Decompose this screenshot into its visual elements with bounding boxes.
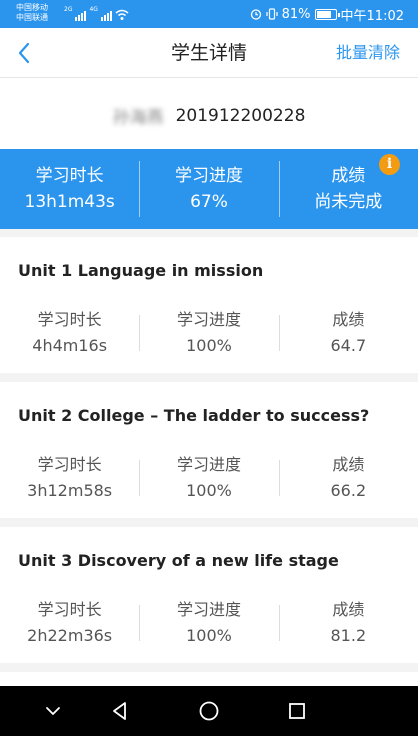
progress-label: 学习进度 bbox=[176, 455, 241, 474]
nav-recent-button[interactable] bbox=[284, 698, 310, 724]
triangle-back-icon bbox=[113, 702, 126, 720]
circle-home-icon bbox=[199, 701, 219, 721]
unit-stats: 学习时长 2h22m36s 学习进度 100% 成绩 81.2 bbox=[0, 595, 418, 651]
score-value: 64.7 bbox=[330, 336, 367, 355]
signal-icon bbox=[75, 11, 87, 21]
progress-label: 学习进度 bbox=[176, 600, 241, 619]
unit-progress: 学习进度 100% bbox=[139, 305, 278, 361]
alarm-icon bbox=[250, 9, 261, 20]
nav-back-button[interactable] bbox=[107, 698, 133, 724]
unit-score: 成绩 66.2 bbox=[278, 450, 418, 506]
score-label: 成绩 bbox=[331, 166, 366, 186]
duration-label: 学习时长 bbox=[37, 600, 102, 619]
student-row: 孙海燕 201912200228 bbox=[0, 103, 418, 129]
summary-banner: 学习时长 13h1m43s 学习进度 67% 成绩 尚未完成 i bbox=[0, 149, 418, 229]
duration-value: 4h4m16s bbox=[32, 336, 108, 355]
chevron-left-icon bbox=[18, 42, 30, 64]
carrier-1: 中国移动 bbox=[16, 3, 48, 12]
unit-progress: 学习进度 100% bbox=[139, 450, 278, 506]
unit-score: 成绩 64.7 bbox=[278, 305, 418, 361]
nav-home-button[interactable] bbox=[196, 698, 222, 724]
summary-score: 成绩 尚未完成 i bbox=[278, 149, 418, 229]
battery-icon bbox=[314, 8, 340, 20]
progress-value: 100% bbox=[186, 626, 232, 645]
carrier-2: 中国联通 bbox=[16, 13, 48, 22]
progress-value: 67% bbox=[190, 192, 228, 212]
unit-score: 成绩 81.2 bbox=[278, 595, 418, 651]
duration-label: 学习时长 bbox=[37, 455, 102, 474]
signal-icons: 2G 4G bbox=[64, 7, 129, 21]
carrier-names: 中国移动 中国联通 bbox=[16, 3, 48, 23]
student-id: 201912200228 bbox=[175, 105, 306, 126]
back-button[interactable] bbox=[12, 40, 38, 66]
status-time: 中午11:02 bbox=[340, 8, 404, 24]
summary-duration: 学习时长 13h1m43s bbox=[0, 149, 139, 229]
summary-progress: 学习进度 67% bbox=[139, 149, 278, 229]
duration-value: 3h12m58s bbox=[27, 481, 113, 500]
unit-card[interactable]: Unit 2 College – The ladder to success? … bbox=[0, 382, 418, 518]
system-nav-bar bbox=[0, 686, 418, 736]
status-right: 81% 中午11:02 bbox=[250, 6, 404, 24]
unit-stats: 学习时长 4h4m16s 学习进度 100% 成绩 64.7 bbox=[0, 305, 418, 361]
unit-title: Unit 3 Discovery of a new life stage bbox=[18, 551, 339, 570]
unit-card[interactable]: Unit 3 Discovery of a new life stage 学习时… bbox=[0, 527, 418, 663]
info-icon[interactable]: i bbox=[378, 154, 400, 175]
duration-value: 2h22m36s bbox=[27, 626, 113, 645]
score-label: 成绩 bbox=[332, 600, 365, 619]
student-name: 孙海燕 bbox=[112, 108, 164, 128]
battery-level bbox=[316, 10, 332, 18]
score-label: 成绩 bbox=[332, 310, 365, 329]
chevron-down-icon bbox=[46, 707, 60, 715]
unit-title: Unit 1 Language in mission bbox=[18, 261, 264, 280]
unit-progress: 学习进度 100% bbox=[139, 595, 278, 651]
nav-bar: 学生详情 批量清除 bbox=[0, 28, 418, 78]
wifi-icon bbox=[115, 9, 129, 20]
square-recent-icon bbox=[289, 703, 305, 719]
score-value: 尚未完成 bbox=[314, 192, 383, 212]
unit-duration: 学习时长 2h22m36s bbox=[0, 595, 139, 651]
unit-card[interactable]: Unit 1 Language in mission 学习时长 4h4m16s … bbox=[0, 237, 418, 373]
unit-duration: 学习时长 4h4m16s bbox=[0, 305, 139, 361]
progress-value: 100% bbox=[186, 481, 232, 500]
progress-label: 学习进度 bbox=[176, 310, 241, 329]
duration-value: 13h1m43s bbox=[24, 192, 115, 212]
batch-clear-button[interactable]: 批量清除 bbox=[336, 28, 400, 78]
net-type-2: 4G bbox=[89, 6, 98, 13]
progress-label: 学习进度 bbox=[174, 166, 243, 186]
vibrate-icon bbox=[266, 8, 278, 20]
unit-duration: 学习时长 3h12m58s bbox=[0, 450, 139, 506]
progress-value: 100% bbox=[186, 336, 232, 355]
unit-stats: 学习时长 3h12m58s 学习进度 100% 成绩 66.2 bbox=[0, 450, 418, 506]
duration-label: 学习时长 bbox=[37, 310, 102, 329]
signal-icon bbox=[100, 11, 112, 21]
unit-title: Unit 2 College – The ladder to success? bbox=[18, 406, 370, 425]
nav-hide-button[interactable] bbox=[40, 698, 66, 724]
unit-card-partial[interactable] bbox=[0, 672, 418, 686]
score-value: 66.2 bbox=[330, 481, 367, 500]
score-value: 81.2 bbox=[330, 626, 367, 645]
student-info: 孙海燕 201912200228 bbox=[0, 78, 418, 149]
battery-percent: 81% bbox=[281, 6, 311, 22]
duration-label: 学习时长 bbox=[35, 166, 104, 186]
status-bar: 中国移动 中国联通 2G 4G 81% 中午11:02 bbox=[0, 0, 418, 28]
score-label: 成绩 bbox=[332, 455, 365, 474]
net-type-1: 2G bbox=[64, 6, 73, 13]
